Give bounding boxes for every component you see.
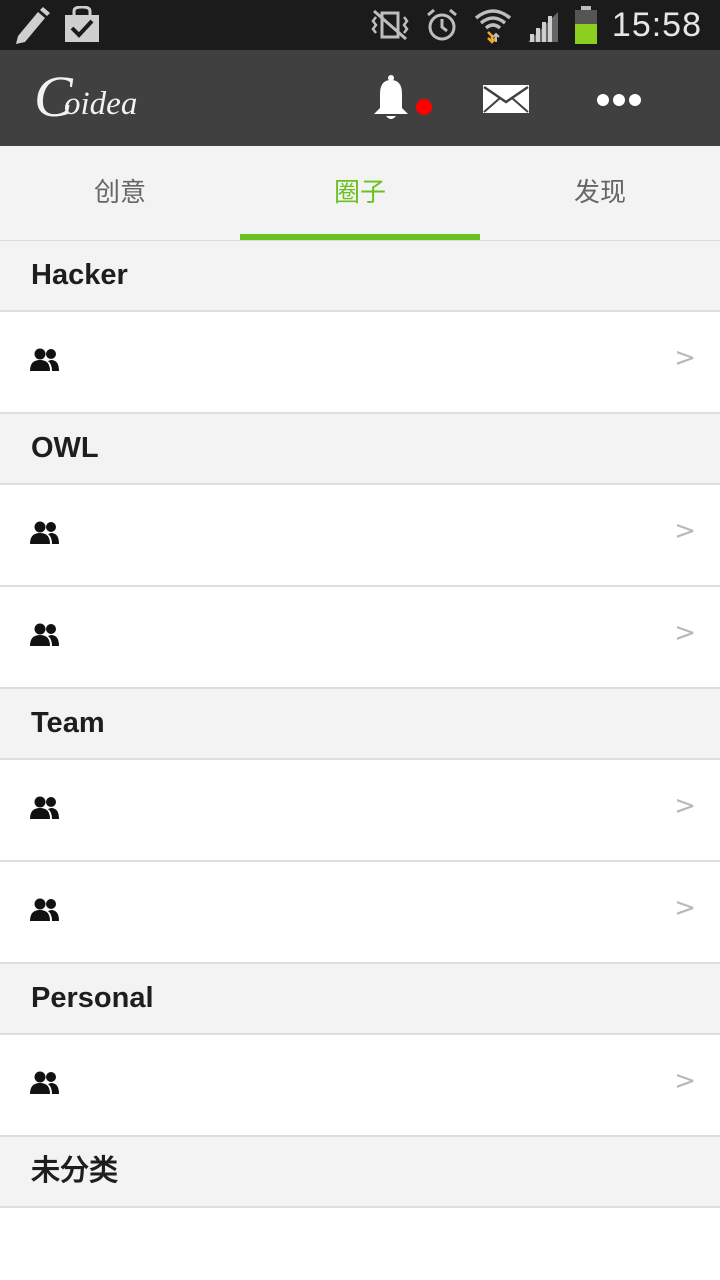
tab-circles[interactable]: 圈子 [240, 146, 480, 240]
section-header: OWL [0, 414, 720, 485]
tab-label: 创意 [93, 178, 146, 208]
list-item[interactable]: > [0, 862, 720, 964]
section-header: Team [0, 689, 720, 760]
list-item[interactable]: > [0, 760, 720, 862]
group-icon [30, 1071, 59, 1094]
list-item[interactable]: > [0, 485, 720, 587]
chevron-right-icon: > [674, 1066, 696, 1096]
list-item[interactable]: > [0, 1035, 720, 1137]
svg-text:oidea: oidea [64, 86, 137, 122]
battery-icon [574, 6, 597, 44]
chevron-right-icon: > [674, 343, 696, 373]
active-tab-indicator [240, 234, 480, 240]
clock-time: 15:58 [611, 5, 702, 44]
vibrate-icon [371, 9, 409, 41]
mail-icon [483, 85, 529, 113]
chevron-right-icon: > [674, 791, 696, 821]
alarm-icon [426, 8, 457, 41]
pencil-icon [16, 7, 50, 44]
tab-ideas[interactable]: 创意 [0, 146, 240, 240]
circle-list: Hacker > OWL > > Team > > Personal > 未分类 [0, 241, 720, 1208]
list-item[interactable]: > [0, 587, 720, 689]
more-options-button[interactable] [596, 92, 642, 111]
bell-icon [374, 75, 432, 119]
status-bar: 15:58 [0, 0, 720, 50]
notification-dot [416, 99, 432, 115]
chevron-right-icon: > [674, 516, 696, 546]
section-header: Personal [0, 964, 720, 1035]
app-bar: C oidea [0, 50, 720, 146]
group-icon [30, 521, 59, 544]
bag-check-icon [65, 6, 99, 42]
group-icon [30, 348, 59, 371]
more-icon [597, 94, 641, 106]
group-icon [30, 898, 59, 921]
section-header: Hacker [0, 241, 720, 312]
section-header: 未分类 [0, 1137, 720, 1208]
tab-label: 圈子 [333, 178, 386, 208]
messages-button[interactable] [482, 84, 530, 118]
chevron-right-icon: > [674, 618, 696, 648]
notifications-button[interactable] [368, 74, 434, 128]
wifi-icon [474, 9, 512, 44]
group-icon [30, 623, 59, 646]
tab-bar: 创意 圈子 发现 [0, 146, 720, 241]
chevron-right-icon: > [674, 893, 696, 923]
tab-label: 发现 [573, 178, 626, 208]
signal-icon [527, 12, 558, 42]
group-icon [30, 796, 59, 819]
coidea-logo: C oidea [34, 64, 137, 128]
list-item[interactable]: > [0, 312, 720, 414]
tab-discover[interactable]: 发现 [480, 146, 720, 240]
